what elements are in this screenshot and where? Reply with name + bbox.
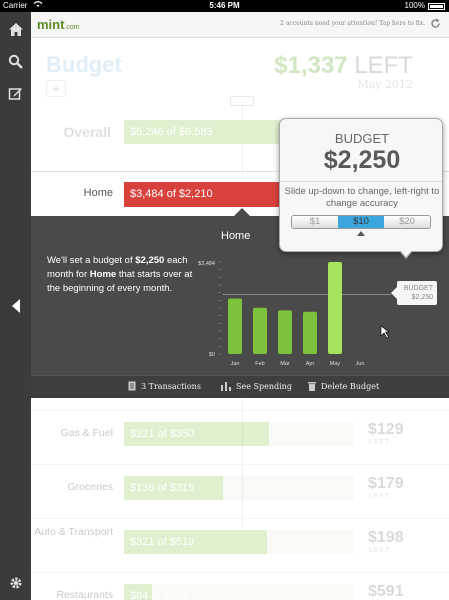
x-tick-label: Mar bbox=[280, 361, 290, 367]
accounts-notice[interactable]: 2 accounts need your attention! Tap here… bbox=[280, 20, 425, 27]
category-left-label: LEFT bbox=[369, 439, 391, 446]
budget-adjust-popover[interactable]: BUDGET $2,250 Slide up-down to change, l… bbox=[279, 118, 443, 252]
category-left-label: LEFT bbox=[369, 547, 391, 554]
category-bar[interactable]: $136 of $315 bbox=[124, 476, 223, 500]
x-tick-label: May bbox=[330, 361, 341, 367]
category-remaining: $591 bbox=[368, 583, 404, 600]
cursor-icon bbox=[380, 325, 390, 339]
accuracy-option-10[interactable]: $10 bbox=[338, 216, 384, 228]
edit-icon[interactable] bbox=[0, 82, 31, 106]
y-tick-label: $3,484 bbox=[198, 261, 215, 267]
accuracy-option-20[interactable]: $20 bbox=[384, 216, 430, 228]
side-rail bbox=[0, 12, 31, 600]
gear-icon[interactable] bbox=[0, 572, 31, 596]
y-tick-label: $0 bbox=[209, 352, 215, 358]
category-label: Auto & Transport bbox=[34, 526, 113, 538]
home-icon[interactable] bbox=[0, 18, 31, 42]
budget-line-callout: BUDGET $2,250 bbox=[391, 281, 437, 305]
home-spending-chart: $3,484 $0 Jan Feb Mar Apr May Jun bbox=[198, 261, 391, 367]
detail-actions: 3 Transactions See Spending Delete Budge… bbox=[31, 375, 449, 398]
budget-content: Budget + $1,337 LEFT May 2012 Overall $5… bbox=[31, 38, 449, 600]
battery-icon bbox=[428, 3, 445, 10]
bar-apr bbox=[303, 311, 317, 354]
bar-feb bbox=[253, 307, 267, 354]
popover-value: $2,250 bbox=[323, 146, 401, 174]
accuracy-segmented-control[interactable]: $1 $10 $20 bbox=[291, 215, 431, 229]
category-remaining: $198 bbox=[368, 529, 404, 546]
mint-logo: mint.com bbox=[37, 17, 80, 32]
x-tick-label: Apr bbox=[306, 361, 315, 367]
detail-notch bbox=[234, 208, 250, 216]
status-bar: Carrier 5:46 PM 100% bbox=[0, 0, 449, 12]
category-remaining: $179 bbox=[368, 475, 404, 492]
total-left: $1,337 LEFT bbox=[274, 52, 413, 79]
today-marker bbox=[230, 96, 254, 106]
bar-may bbox=[328, 262, 342, 354]
x-tick-label: Feb bbox=[255, 361, 264, 367]
delete-budget-button[interactable]: Delete Budget bbox=[308, 381, 379, 393]
bar-jan bbox=[228, 298, 242, 354]
refresh-icon[interactable] bbox=[430, 18, 441, 32]
overall-label: Overall bbox=[63, 124, 111, 140]
category-label: Restaurants bbox=[56, 589, 113, 600]
receipt-icon bbox=[128, 381, 136, 393]
accuracy-option-1[interactable]: $1 bbox=[292, 216, 338, 228]
x-tick-label: Jan bbox=[231, 361, 240, 367]
category-label: Groceries bbox=[67, 481, 113, 493]
search-icon[interactable] bbox=[0, 50, 31, 74]
battery-percent: 100% bbox=[404, 1, 425, 10]
top-bar: mint.com 2 accounts need your attention!… bbox=[31, 12, 449, 38]
home-bar[interactable]: $3,484 of $2,210 bbox=[124, 182, 284, 207]
category-remaining: $129 bbox=[368, 421, 404, 438]
category-bar[interactable]: $221 of $350 bbox=[124, 422, 269, 446]
category-bar[interactable]: $321 of $519 bbox=[124, 530, 267, 554]
see-spending-button[interactable]: See Spending bbox=[221, 381, 292, 393]
bar-chart-icon bbox=[221, 381, 231, 393]
transactions-button[interactable]: 3 Transactions bbox=[128, 381, 201, 393]
category-label: Gas & Fuel bbox=[60, 427, 113, 439]
page-title: Budget bbox=[46, 52, 122, 77]
home-label: Home bbox=[83, 187, 113, 199]
bar-mar bbox=[278, 310, 292, 354]
popover-hint: Slide up-down to change, left-right to c… bbox=[284, 186, 440, 209]
category-left-label: LEFT bbox=[369, 493, 391, 500]
trash-icon bbox=[308, 381, 316, 393]
add-budget-button[interactable]: + bbox=[46, 80, 66, 97]
clock: 5:46 PM bbox=[209, 1, 240, 10]
chart-title: Home bbox=[221, 230, 251, 242]
popover-label: BUDGET bbox=[334, 131, 390, 146]
category-bar[interactable]: $84 of $675 bbox=[124, 584, 188, 600]
budget-description: We'll set a budget of $2,250 each month … bbox=[47, 255, 193, 294]
budget-period: May 2012 bbox=[357, 78, 413, 91]
segment-caret bbox=[357, 231, 365, 236]
x-tick-label: Jun bbox=[356, 361, 365, 367]
collapse-arrow-icon[interactable] bbox=[0, 294, 31, 318]
